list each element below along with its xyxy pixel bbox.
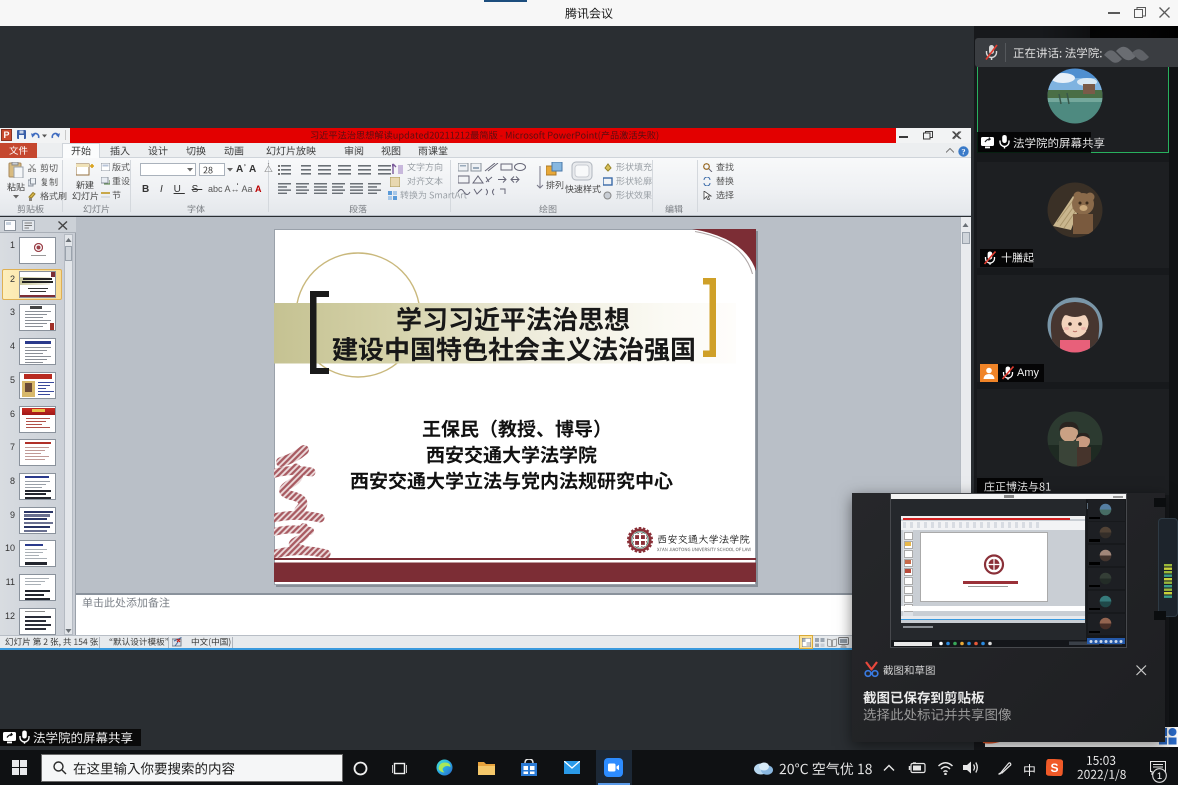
svg-text:S: S: [1050, 761, 1058, 775]
svg-text:1: 1: [1157, 771, 1162, 782]
svg-text:?: ?: [961, 147, 965, 157]
